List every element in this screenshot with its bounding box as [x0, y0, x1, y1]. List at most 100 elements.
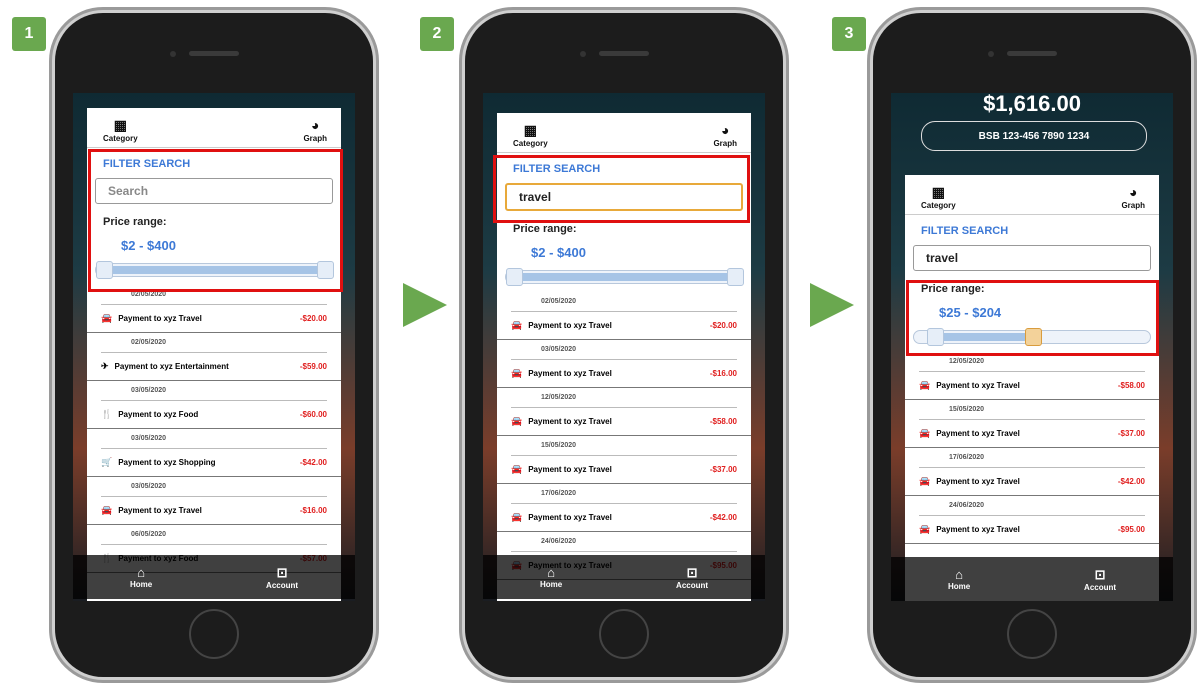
transaction-amount: -$16.00 [709, 369, 737, 378]
top-tabs: ▦ Category ◕ Graph [905, 175, 1159, 215]
transaction-date: 03/05/2020 [511, 340, 737, 360]
tab-category[interactable]: ▦ Category [513, 123, 548, 148]
bottom-nav: ⌂ Home ⊡ Account [73, 555, 355, 599]
home-icon: ⌂ [547, 565, 555, 580]
transaction-row[interactable]: 🚘 Payment to xyz Travel -$37.00 [497, 456, 751, 484]
transaction-date: 03/05/2020 [101, 381, 327, 401]
price-range-slider[interactable] [505, 268, 744, 286]
tab-category[interactable]: ▦ Category [103, 118, 138, 143]
transaction-left: 🚘 Payment to xyz Travel [919, 380, 1020, 391]
nav-home[interactable]: ⌂ Home [130, 565, 152, 589]
transaction-label: Payment to xyz Shopping [118, 458, 216, 467]
transaction-label: Payment to xyz Entertainment [114, 362, 229, 371]
transaction-left: 🚘 Payment to xyz Travel [511, 320, 612, 331]
car-icon: 🚘 [919, 476, 931, 486]
transaction-date: 12/05/2020 [511, 388, 737, 408]
transaction-amount: -$42.00 [1117, 477, 1145, 486]
inbox-icon: ⊡ [686, 564, 698, 580]
transaction-row[interactable]: 🚘 Payment to xyz Travel -$37.00 [905, 420, 1159, 448]
slider-max-handle[interactable] [727, 268, 744, 286]
transaction-row[interactable]: 🚘 Payment to xyz Travel -$20.00 [497, 312, 751, 340]
transaction-row[interactable]: 🚘 Payment to xyz Travel -$20.00 [87, 305, 341, 333]
rocket-icon: ✈ [101, 361, 109, 371]
search-input[interactable]: travel [913, 245, 1151, 271]
transaction-label: Payment to xyz Travel [528, 369, 612, 378]
nav-home[interactable]: ⌂ Home [540, 565, 562, 589]
transaction-row[interactable]: 🚘 Payment to xyz Travel -$16.00 [497, 360, 751, 388]
home-button[interactable] [1007, 609, 1057, 659]
transaction-label: Payment to xyz Travel [118, 506, 202, 515]
nav-account[interactable]: ⊡ Account [266, 565, 298, 590]
grid-icon: ▦ [931, 184, 945, 200]
car-icon: 🚘 [511, 416, 523, 426]
transaction-date: 17/06/2020 [511, 484, 737, 504]
transaction-left: 🍴 Payment to xyz Food [101, 409, 198, 420]
transaction-left: 🚘 Payment to xyz Travel [919, 428, 1020, 439]
transaction-label: Payment to xyz Travel [936, 429, 1020, 438]
earpiece-speaker [189, 51, 239, 56]
car-icon: 🚘 [511, 512, 523, 522]
transaction-amount: -$58.00 [1117, 381, 1145, 390]
utensils-icon: 🍴 [101, 409, 113, 419]
transaction-date: 06/05/2020 [101, 525, 327, 545]
transaction-amount: -$42.00 [709, 513, 737, 522]
transaction-amount: -$16.00 [299, 506, 327, 515]
nav-account[interactable]: ⊡ Account [1084, 567, 1116, 592]
transaction-date: 02/05/2020 [101, 333, 327, 353]
slider-min-handle[interactable] [506, 268, 523, 286]
filter-card: ▦ Category ◕ Graph FILTER SEARCH travel Pr… [905, 175, 1159, 601]
car-icon: 🚘 [919, 428, 931, 438]
transaction-date: 15/05/2020 [511, 436, 737, 456]
transaction-label: Payment to xyz Travel [936, 477, 1020, 486]
nav-home[interactable]: ⌂ Home [948, 567, 970, 591]
front-camera [988, 51, 994, 57]
inbox-icon: ⊡ [1094, 566, 1106, 582]
transaction-left: 🛒 Payment to xyz Shopping [101, 457, 216, 468]
home-icon: ⌂ [137, 565, 145, 580]
pie-chart-icon: ◕ [310, 117, 320, 133]
home-button[interactable] [189, 609, 239, 659]
transaction-left: 🚘 Payment to xyz Travel [511, 464, 612, 475]
bsb-account-number: BSB 123-456 7890 1234 [921, 121, 1147, 151]
transaction-row[interactable]: 🚘 Payment to xyz Travel -$95.00 [905, 516, 1159, 544]
phone-frame-1: ▦ Category ◕ Graph FILTER SEARCH Search Pr… [55, 13, 373, 677]
price-highlight-box-3 [906, 280, 1159, 356]
transaction-row[interactable]: 🍴 Payment to xyz Food -$60.00 [87, 401, 341, 429]
grid-icon: ▦ [113, 117, 127, 133]
top-tabs: ▦ Category ◕ Graph [87, 108, 341, 148]
transaction-amount: -$60.00 [299, 410, 327, 419]
transaction-list: 02/05/2020 🚘 Payment to xyz Travel -$20.00 0… [87, 285, 341, 573]
transaction-row[interactable]: 🚘 Payment to xyz Travel -$58.00 [905, 372, 1159, 400]
transaction-row[interactable]: ✈ Payment to xyz Entertainment -$59.00 [87, 353, 341, 381]
transaction-date: 17/06/2020 [919, 448, 1145, 468]
transaction-amount: -$59.00 [299, 362, 327, 371]
transaction-label: Payment to xyz Travel [528, 417, 612, 426]
front-camera [580, 51, 586, 57]
car-icon: 🚘 [511, 368, 523, 378]
transaction-date: 15/05/2020 [919, 400, 1145, 420]
price-range-value: $2 - $400 [531, 245, 586, 260]
transaction-row[interactable]: 🚘 Payment to xyz Travel -$42.00 [905, 468, 1159, 496]
transaction-label: Payment to xyz Travel [118, 314, 202, 323]
car-icon: 🚘 [101, 313, 113, 323]
tab-category[interactable]: ▦ Category [921, 185, 956, 210]
transaction-amount: -$20.00 [299, 314, 327, 323]
tab-graph[interactable]: ◕ Graph [713, 123, 737, 148]
tab-graph[interactable]: ◕ Graph [1121, 185, 1145, 210]
filter-highlight-box-1 [88, 149, 343, 292]
transaction-row[interactable]: 🚘 Payment to xyz Travel -$42.00 [497, 504, 751, 532]
bottom-nav: ⌂ Home ⊡ Account [891, 557, 1173, 601]
home-button[interactable] [599, 609, 649, 659]
top-tabs: ▦ Category ◕ Graph [497, 113, 751, 153]
transaction-row[interactable]: 🚘 Payment to xyz Travel -$58.00 [497, 408, 751, 436]
slider-fill [513, 273, 735, 281]
transaction-list: 12/05/2020 🚘 Payment to xyz Travel -$58.00 1… [905, 352, 1159, 544]
transaction-date: 24/06/2020 [919, 496, 1145, 516]
transaction-left: 🚘 Payment to xyz Travel [101, 505, 202, 516]
transaction-left: 🚘 Payment to xyz Travel [511, 512, 612, 523]
transaction-row[interactable]: 🚘 Payment to xyz Travel -$16.00 [87, 497, 341, 525]
car-icon: 🚘 [919, 380, 931, 390]
transaction-row[interactable]: 🛒 Payment to xyz Shopping -$42.00 [87, 449, 341, 477]
nav-account[interactable]: ⊡ Account [676, 565, 708, 590]
tab-graph[interactable]: ◕ Graph [303, 118, 327, 143]
